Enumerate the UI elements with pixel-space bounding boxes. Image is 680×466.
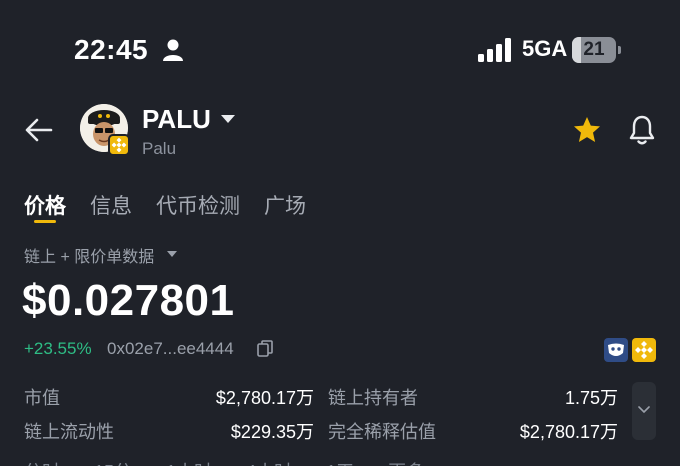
- token-name: Palu: [142, 139, 177, 158]
- tab-token-check[interactable]: 代币检测: [156, 190, 240, 226]
- stat-fdv-value: $2,780.17万: [519, 422, 618, 442]
- battery-icon: 21: [572, 37, 622, 63]
- copy-icon[interactable]: [257, 340, 273, 357]
- timeframe-option[interactable]: 1小时: [166, 458, 212, 466]
- token-symbol[interactable]: PALU: [142, 104, 211, 135]
- active-tab-indicator: [34, 220, 56, 223]
- timeframe-option[interactable]: 分时: [24, 458, 60, 466]
- status-bar: 22:45 5GA 21: [0, 0, 680, 100]
- tab-bar: 价格 信息 代币检测 广场: [24, 190, 330, 226]
- stat-market-cap-label: 市值: [24, 388, 60, 408]
- stat-fdv-label: 完全稀释估值: [328, 422, 436, 442]
- chevron-down-icon: [638, 406, 650, 414]
- caret-down-icon[interactable]: [166, 250, 178, 258]
- price-change-percent: +23.55%: [24, 339, 92, 358]
- bnb-chain-badge-icon: [108, 134, 130, 156]
- timeframe-option[interactable]: 15分: [94, 458, 132, 466]
- tab-info[interactable]: 信息: [90, 190, 132, 226]
- tab-label: 信息: [90, 195, 132, 218]
- bnb-chain-icon[interactable]: [632, 338, 656, 362]
- timeframe-option[interactable]: 更多: [388, 458, 424, 466]
- timeframe-option[interactable]: 1天: [326, 458, 354, 466]
- tab-price[interactable]: 价格: [24, 190, 66, 226]
- mask-icon[interactable]: [604, 338, 628, 362]
- tab-square[interactable]: 广场: [264, 190, 306, 226]
- back-arrow-icon[interactable]: [24, 116, 54, 144]
- bell-icon[interactable]: [628, 114, 656, 146]
- favorite-star-icon[interactable]: [572, 116, 602, 144]
- stat-liquidity-value: $229.35万: [230, 422, 314, 442]
- data-source-selector[interactable]: 链上 + 限价单数据: [24, 243, 154, 267]
- stat-holders-value: 1.75万: [564, 388, 618, 408]
- status-time: 22:45: [74, 34, 149, 65]
- tab-label: 广场: [264, 195, 306, 218]
- contract-address[interactable]: 0x02e7...ee4444: [107, 339, 234, 359]
- signal-icon: [478, 38, 511, 62]
- network-type: 5GA: [522, 36, 568, 61]
- app-screen: 22:45 5GA 21 PALU Palu 价格 信息 代币检测 广场 链上 …: [0, 0, 680, 466]
- timeframe-selector: 分时 15分 1小时 4小时 1天 更多: [24, 458, 458, 466]
- person-icon: [163, 39, 183, 61]
- battery-level: 21: [583, 39, 605, 60]
- stat-market-cap-value: $2,780.17万: [215, 388, 314, 408]
- expand-stats-button[interactable]: [632, 382, 656, 440]
- stat-holders-label: 链上持有者: [328, 388, 418, 408]
- stat-liquidity-label: 链上流动性: [24, 422, 114, 442]
- timeframe-option[interactable]: 4小时: [246, 458, 292, 466]
- tab-label: 代币检测: [156, 195, 240, 218]
- current-price: $0.027801: [22, 276, 235, 325]
- caret-down-icon[interactable]: [220, 114, 236, 124]
- tab-label: 价格: [24, 195, 66, 218]
